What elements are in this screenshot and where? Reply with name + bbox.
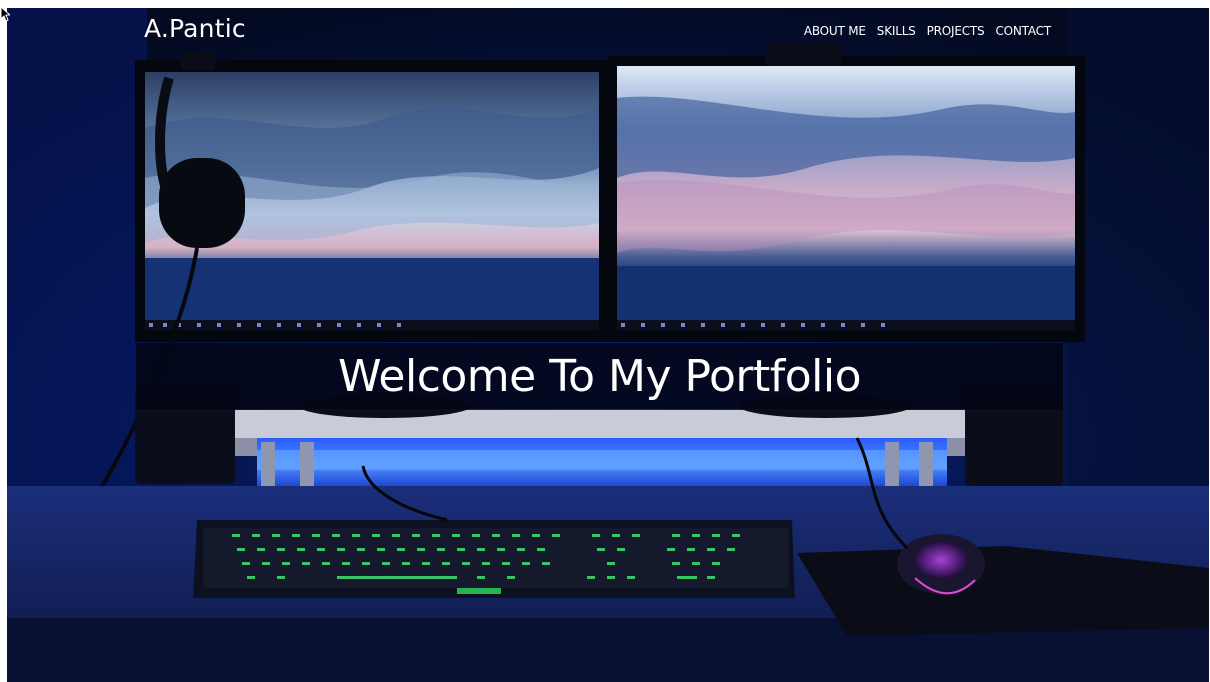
- nav-links: ABOUT ME SKILLS PROJECTS CONTACT: [804, 24, 1051, 38]
- hero-title: Welcome To My Portfolio: [337, 350, 862, 402]
- nav-link-skills[interactable]: SKILLS: [877, 24, 916, 38]
- page-viewport: A.Pantic ABOUT ME SKILLS PROJECTS CONTAC…: [7, 8, 1209, 682]
- brand-logo-link[interactable]: A.Pantic: [144, 14, 246, 43]
- nav-link-projects[interactable]: PROJECTS: [927, 24, 985, 38]
- top-navbar: A.Pantic ABOUT ME SKILLS PROJECTS CONTAC…: [7, 8, 1209, 54]
- nav-link-contact[interactable]: CONTACT: [995, 24, 1051, 38]
- nav-link-about-me[interactable]: ABOUT ME: [804, 24, 866, 38]
- hero-title-band: Welcome To My Portfolio: [136, 343, 1063, 409]
- mouse-cursor-icon: [0, 6, 10, 22]
